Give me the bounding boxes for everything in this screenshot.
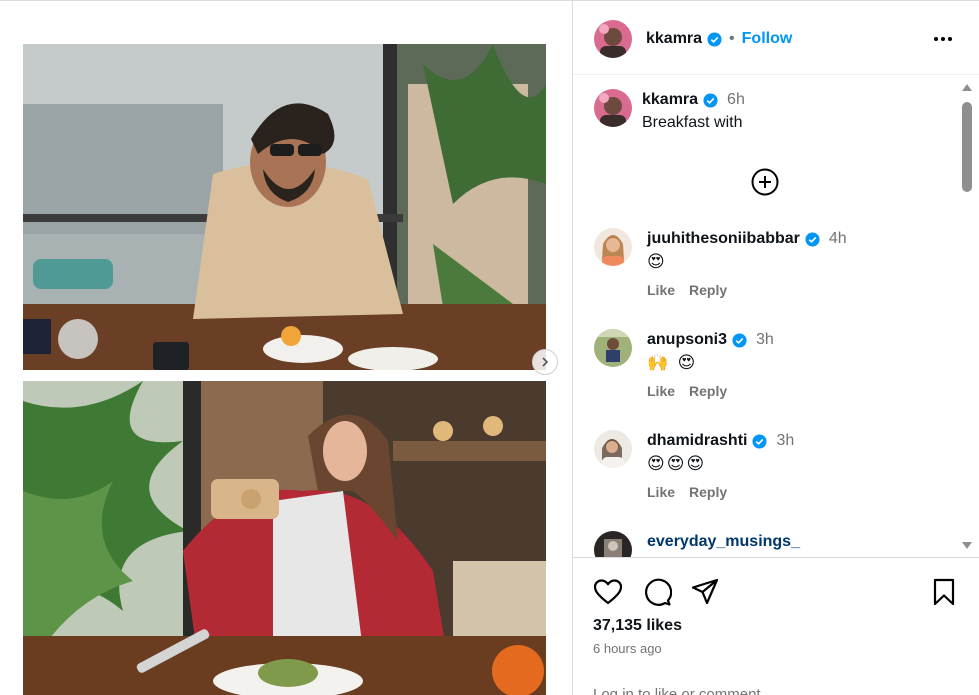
comment-text: 🙌 😍 bbox=[647, 353, 698, 373]
like-button[interactable]: Like bbox=[647, 484, 675, 500]
comment-item: dhamidrashti 3h 😍😍😍 Like Reply bbox=[573, 430, 959, 525]
scroll-up-arrow-icon[interactable] bbox=[961, 82, 973, 92]
comment-actions: Like Reply bbox=[647, 282, 727, 298]
post-details-panel: kkamra • Follow kkamra 6h Breakfast with bbox=[572, 0, 979, 695]
comment-username[interactable]: juuhithesoniibabbar bbox=[647, 230, 800, 248]
comment-username[interactable]: everyday_musings_ bbox=[647, 533, 800, 551]
comments-scrollbar[interactable] bbox=[959, 76, 975, 557]
avatar[interactable] bbox=[594, 89, 632, 127]
comment-username[interactable]: dhamidrashti bbox=[647, 432, 747, 450]
comment-username-row: dhamidrashti 3h bbox=[647, 432, 794, 450]
verified-badge-icon bbox=[732, 332, 747, 348]
comment-item: anupsoni3 3h 🙌 😍 Like Reply bbox=[573, 329, 959, 424]
comment-time: 3h bbox=[776, 432, 795, 449]
post-media bbox=[0, 0, 572, 695]
avatar[interactable] bbox=[594, 228, 632, 266]
bookmark-icon[interactable] bbox=[929, 577, 959, 607]
avatar[interactable] bbox=[594, 430, 632, 468]
comment-username-row: juuhithesoniibabbar 4h bbox=[647, 230, 847, 248]
like-button[interactable]: Like bbox=[647, 383, 675, 399]
more-options-button[interactable] bbox=[931, 28, 955, 50]
comment-username-row: everyday_musings_ bbox=[647, 533, 800, 551]
comment-username-row: anupsoni3 3h bbox=[647, 331, 774, 349]
header-username[interactable]: kkamra bbox=[646, 30, 702, 48]
avatar[interactable] bbox=[594, 329, 632, 367]
verified-badge-icon bbox=[703, 92, 718, 108]
comment-item: juuhithesoniibabbar 4h 😍 Like Reply bbox=[573, 228, 959, 323]
avatar[interactable] bbox=[594, 531, 632, 557]
caption-time: 6h bbox=[727, 91, 745, 108]
post-photo-woman-selfie[interactable] bbox=[23, 381, 546, 695]
caption-username-row: kkamra 6h bbox=[642, 91, 745, 109]
header-username-row: kkamra • Follow bbox=[646, 30, 792, 48]
carousel-next-button[interactable] bbox=[532, 349, 558, 375]
comment-time: 3h bbox=[756, 331, 774, 348]
like-button[interactable]: Like bbox=[647, 282, 675, 298]
post-header: kkamra • Follow bbox=[573, 0, 979, 75]
likes-count[interactable]: 37,135 likes bbox=[593, 617, 682, 635]
heart-icon[interactable] bbox=[593, 577, 623, 607]
avatar[interactable] bbox=[594, 20, 632, 58]
post-timestamp: 6 hours ago bbox=[593, 641, 662, 656]
comment-time: 4h bbox=[828, 230, 847, 247]
chevron-right-icon bbox=[542, 357, 549, 367]
verified-badge-icon bbox=[752, 433, 767, 449]
verified-badge-icon bbox=[805, 231, 820, 247]
post-actions-bar: 37,135 likes 6 hours ago Log in to like … bbox=[573, 557, 979, 695]
scroll-down-arrow-icon[interactable] bbox=[961, 541, 973, 551]
caption-text: Breakfast with bbox=[642, 114, 743, 131]
add-comment-prompt[interactable]: Log in to like or comment. bbox=[593, 686, 765, 695]
caption-username[interactable]: kkamra bbox=[642, 91, 698, 109]
reply-button[interactable]: Reply bbox=[689, 282, 727, 298]
comment-actions: Like Reply bbox=[647, 383, 727, 399]
comment-actions: Like Reply bbox=[647, 484, 727, 500]
post-photo-man-breakfast[interactable] bbox=[23, 44, 546, 370]
comments-list[interactable]: kkamra 6h Breakfast with juuhithesoniiba… bbox=[573, 76, 959, 557]
separator-dot: • bbox=[729, 30, 735, 47]
scrollbar-thumb[interactable] bbox=[962, 102, 972, 192]
comment-username[interactable]: anupsoni3 bbox=[647, 331, 727, 349]
more-options-icon bbox=[934, 37, 952, 41]
reply-button[interactable]: Reply bbox=[689, 383, 727, 399]
comment-text: 😍 bbox=[647, 252, 667, 272]
comment-item: everyday_musings_ bbox=[573, 531, 959, 557]
verified-badge-icon bbox=[707, 31, 722, 47]
comment-text: 😍😍😍 bbox=[647, 454, 707, 474]
plus-circle-icon[interactable] bbox=[750, 167, 780, 197]
follow-button[interactable]: Follow bbox=[742, 30, 793, 48]
comment-icon[interactable] bbox=[642, 577, 672, 607]
reply-button[interactable]: Reply bbox=[689, 484, 727, 500]
share-icon[interactable] bbox=[690, 577, 720, 607]
